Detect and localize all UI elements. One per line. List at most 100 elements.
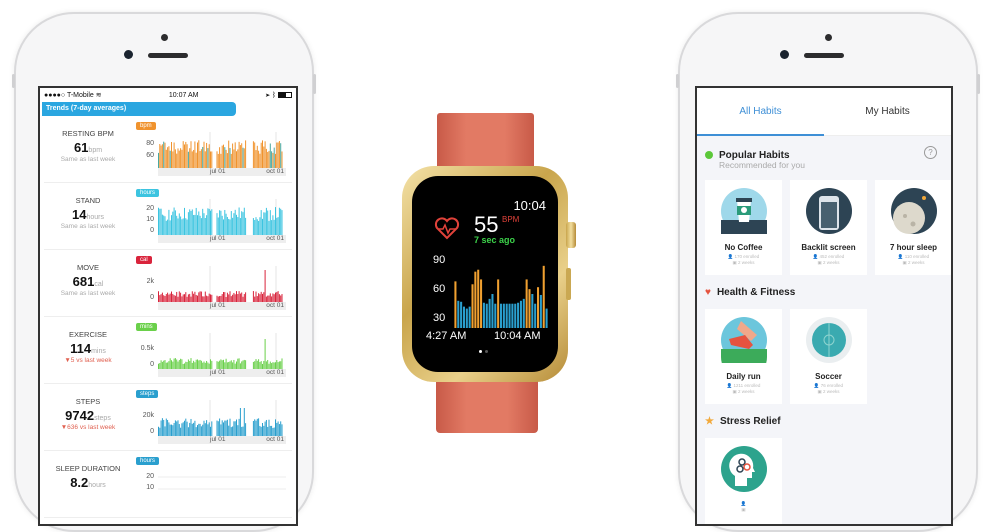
habit-card[interactable]: Soccer 👤 76 enrolled ▣ 2 weeks — [790, 309, 867, 404]
sparkline-bar — [200, 149, 202, 168]
sparkline-bar — [207, 148, 209, 168]
sparkline-bar — [182, 218, 184, 235]
x-label: jul 01 — [210, 302, 226, 309]
heart-rate-bar — [474, 271, 477, 328]
sparkline-bar — [226, 292, 228, 302]
metric-number: 9742 — [65, 408, 95, 423]
sparkline-bar — [189, 148, 191, 168]
sparkline-bar — [276, 360, 278, 369]
status-icons: ➤ ᛒ — [266, 92, 292, 99]
unit-badge: hours — [136, 457, 160, 465]
tab-all-habits[interactable]: All Habits — [697, 88, 824, 136]
sparkline-bar — [269, 425, 271, 436]
sparkline-bar — [165, 220, 167, 235]
sparkline-bar — [194, 214, 196, 235]
metric-label: RESTING BPM — [62, 129, 114, 138]
sparkline-bar — [169, 220, 171, 235]
y-tick: 30 — [433, 312, 446, 324]
metric-row[interactable]: RESTING BPM 61bpm Same as last week bpm … — [44, 116, 292, 183]
habit-card[interactable]: Daily run 👤 1211 enrolled ▣ 2 weeks — [705, 309, 782, 404]
sparkline-bars — [158, 132, 283, 168]
duration-value: 2 weeks — [908, 260, 925, 265]
metric-row[interactable]: SLEEP DURATION 8.2hours hours 20 10 — [44, 451, 292, 518]
sparkline-bar — [275, 153, 276, 168]
sparkline-bar — [177, 420, 179, 436]
sparkline-bar — [168, 361, 170, 369]
sparkline-bar — [275, 362, 276, 369]
sparkline-bar — [258, 293, 260, 302]
x-label: oct 01 — [266, 436, 284, 443]
sparkline-bar — [185, 361, 187, 369]
metric-row[interactable]: EXERCISE 114mins ▼5 vs last week mins 0.… — [44, 317, 292, 384]
habit-card[interactable]: No Coffee 👤 170 enrolled ▣ 2 weeks — [705, 180, 782, 275]
sparkline-bar — [232, 362, 234, 369]
metric-value: 681cal — [44, 274, 132, 289]
sparkline-bar — [233, 359, 235, 369]
sparkline-bar — [267, 359, 269, 369]
enrolled-count: 76 enrolled — [820, 383, 844, 388]
habit-card[interactable]: Backlit screen 👤 452 enrolled ▣ 2 weeks — [790, 180, 867, 275]
heart-rate-bar — [465, 308, 468, 328]
sparkline-bar — [195, 207, 197, 235]
sparkline-bar — [226, 419, 228, 436]
metric-label: STAND — [75, 196, 101, 205]
sparkline-bar — [281, 210, 283, 235]
sparkline-bar — [164, 142, 166, 168]
x-axis: jul 01 oct 01 — [158, 302, 286, 310]
sparkline-bar — [264, 421, 266, 436]
metric-row[interactable]: STEPS 9742steps ▼636 vs last week steps … — [44, 384, 292, 451]
tab-my-habits[interactable]: My Habits — [824, 88, 951, 135]
sparkline-bar — [189, 422, 191, 436]
sparkline-bar — [158, 291, 159, 302]
metric-row[interactable]: STAND 14hours Same as last week hours 20… — [44, 183, 292, 250]
sparkline-bar — [176, 291, 178, 302]
sparkline-bar — [181, 219, 183, 235]
heart-rate-bar — [480, 279, 483, 328]
sparkline-bar — [193, 293, 195, 302]
metric-unit: cal — [94, 281, 104, 288]
metric-comparison: Same as last week — [60, 290, 116, 297]
sparkline-bar — [168, 422, 170, 436]
sparkline-bar — [237, 294, 239, 302]
sparkline-bar — [259, 217, 261, 235]
habit-name: 7 hour sleep — [889, 243, 938, 252]
digital-crown[interactable] — [566, 222, 576, 248]
sparkline-bar — [260, 361, 262, 369]
sparkline-bar — [229, 219, 231, 235]
clock: 10:07 AM — [168, 91, 199, 99]
metric-comparison: ▼5 vs last week — [64, 357, 112, 364]
front-camera — [780, 50, 789, 59]
page-indicator[interactable] — [479, 350, 488, 353]
sparkline-bar — [243, 148, 245, 168]
sparkline-bar — [191, 423, 193, 436]
habit-card[interactable]: 7 hour sleep 👤 110 enrolled ▣ 2 weeks — [875, 180, 951, 275]
sparkline-bar — [281, 151, 283, 168]
heart-rate-bar — [514, 303, 517, 328]
sparkline-bar — [269, 210, 271, 235]
habit-category: Popular Habits ? Recommended for you No … — [697, 136, 951, 275]
sparkline-bar — [223, 144, 224, 168]
sparkline-bar — [193, 214, 195, 235]
sparkline-bar — [178, 424, 180, 436]
sparkline-bar — [258, 220, 260, 235]
sparkline-bar — [273, 427, 275, 436]
sparkline-bar — [217, 421, 219, 436]
watch-time: 10:04 — [513, 198, 546, 213]
sparkline-bar — [187, 359, 189, 369]
sparkline-bar — [267, 426, 269, 436]
sparkline-bar — [263, 146, 265, 168]
metric-row[interactable]: MOVE 681cal Same as last week cal 2k 0 ju… — [44, 250, 292, 317]
unit-badge: hours — [136, 189, 160, 197]
sparkline-bar — [252, 420, 254, 436]
side-button[interactable] — [566, 268, 571, 300]
sparkline-bar — [180, 358, 182, 369]
sparkline-bar — [165, 149, 167, 168]
sparkline-bar — [178, 150, 180, 168]
habit-cards: No Coffee 👤 170 enrolled ▣ 2 weeks Backl… — [705, 180, 951, 275]
sparkline-bar — [211, 209, 213, 235]
heart-rate-bar — [497, 279, 500, 328]
sparkline-bar — [221, 420, 223, 436]
habit-card[interactable]: 👤 ▣ — [705, 438, 782, 524]
sparkline-bar — [199, 151, 201, 168]
help-icon[interactable]: ? — [924, 146, 937, 159]
